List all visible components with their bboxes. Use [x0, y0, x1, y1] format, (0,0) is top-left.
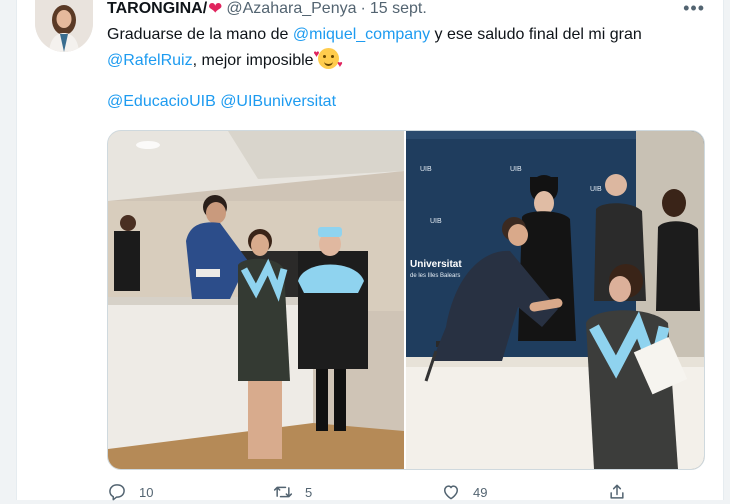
mention-uib-universitat[interactable]: @UIBuniversitat [220, 93, 336, 110]
tweet-header: TARONGINA/ ❤ @Azahara_Penya · 15 sept. [107, 0, 427, 22]
mention-miquel-company[interactable]: @miquel_company [293, 26, 430, 43]
smiling-face-with-hearts-icon: ♥ ♥ [313, 48, 343, 69]
mention-educacio-uib[interactable]: @EducacioUIB [107, 93, 216, 110]
media-grid: UIB UIB UIB UIB UIB UIB Universitat de l… [107, 130, 705, 470]
text-fragment: , mejor imposible [192, 52, 314, 69]
separator-dot: · [360, 0, 366, 17]
backdrop-logo-text: UIB [430, 218, 442, 225]
photo-right-image: UIB UIB UIB UIB UIB UIB Universitat de l… [406, 131, 704, 469]
reply-icon [109, 484, 125, 501]
author-name[interactable]: TARONGINA/ [107, 0, 207, 18]
reply-button[interactable]: 10 [107, 482, 153, 502]
sign-university-subtitle: de les Illes Balears [410, 273, 460, 279]
text-fragment: Graduarse de la mano de [107, 26, 293, 43]
mention-rafel-ruiz[interactable]: @RafelRuiz [107, 52, 193, 69]
tweet-actions: 10 5 49 [107, 482, 707, 504]
retweet-button[interactable]: 5 [273, 482, 312, 502]
author-handle[interactable]: @Azahara_Penya [226, 0, 356, 18]
tweet-text-line-2: @RafelRuiz, mejor imposible ♥ ♥ [107, 48, 707, 74]
retweet-count: 5 [305, 484, 313, 500]
tweet-card: TARONGINA/ ❤ @Azahara_Penya · 15 sept. •… [16, 0, 724, 501]
tweet-text: Graduarse de la mano de @miquel_company … [107, 22, 707, 74]
backdrop-logo-text: UIB [510, 166, 522, 173]
photo-left-image [108, 131, 404, 469]
tweet-tags: @EducacioUIB @UIBuniversitat [107, 93, 336, 111]
like-button[interactable]: 49 [441, 482, 487, 502]
share-icon [610, 484, 624, 499]
sign-university: Universitat [410, 259, 462, 270]
share-button[interactable] [607, 482, 639, 502]
photo-graduation-left[interactable] [108, 131, 404, 469]
text-fragment: y ese saludo final del mi gran [430, 26, 642, 43]
retweet-icon [273, 486, 293, 498]
tweet-text-line-1: Graduarse de la mano de @miquel_company … [107, 22, 707, 48]
backdrop-logo-text: UIB [420, 166, 432, 173]
avatar-image [35, 0, 93, 52]
backdrop-logo-text: UIB [590, 186, 602, 193]
reply-count: 10 [139, 484, 154, 500]
red-heart-icon: ❤ [208, 0, 223, 18]
like-count: 49 [473, 484, 488, 500]
tweet-date[interactable]: 15 sept. [370, 0, 427, 18]
more-icon[interactable]: ••• [683, 0, 705, 19]
like-icon [444, 485, 458, 500]
photo-graduation-right[interactable]: UIB UIB UIB UIB UIB UIB Universitat de l… [406, 131, 704, 469]
avatar[interactable] [35, 0, 93, 52]
